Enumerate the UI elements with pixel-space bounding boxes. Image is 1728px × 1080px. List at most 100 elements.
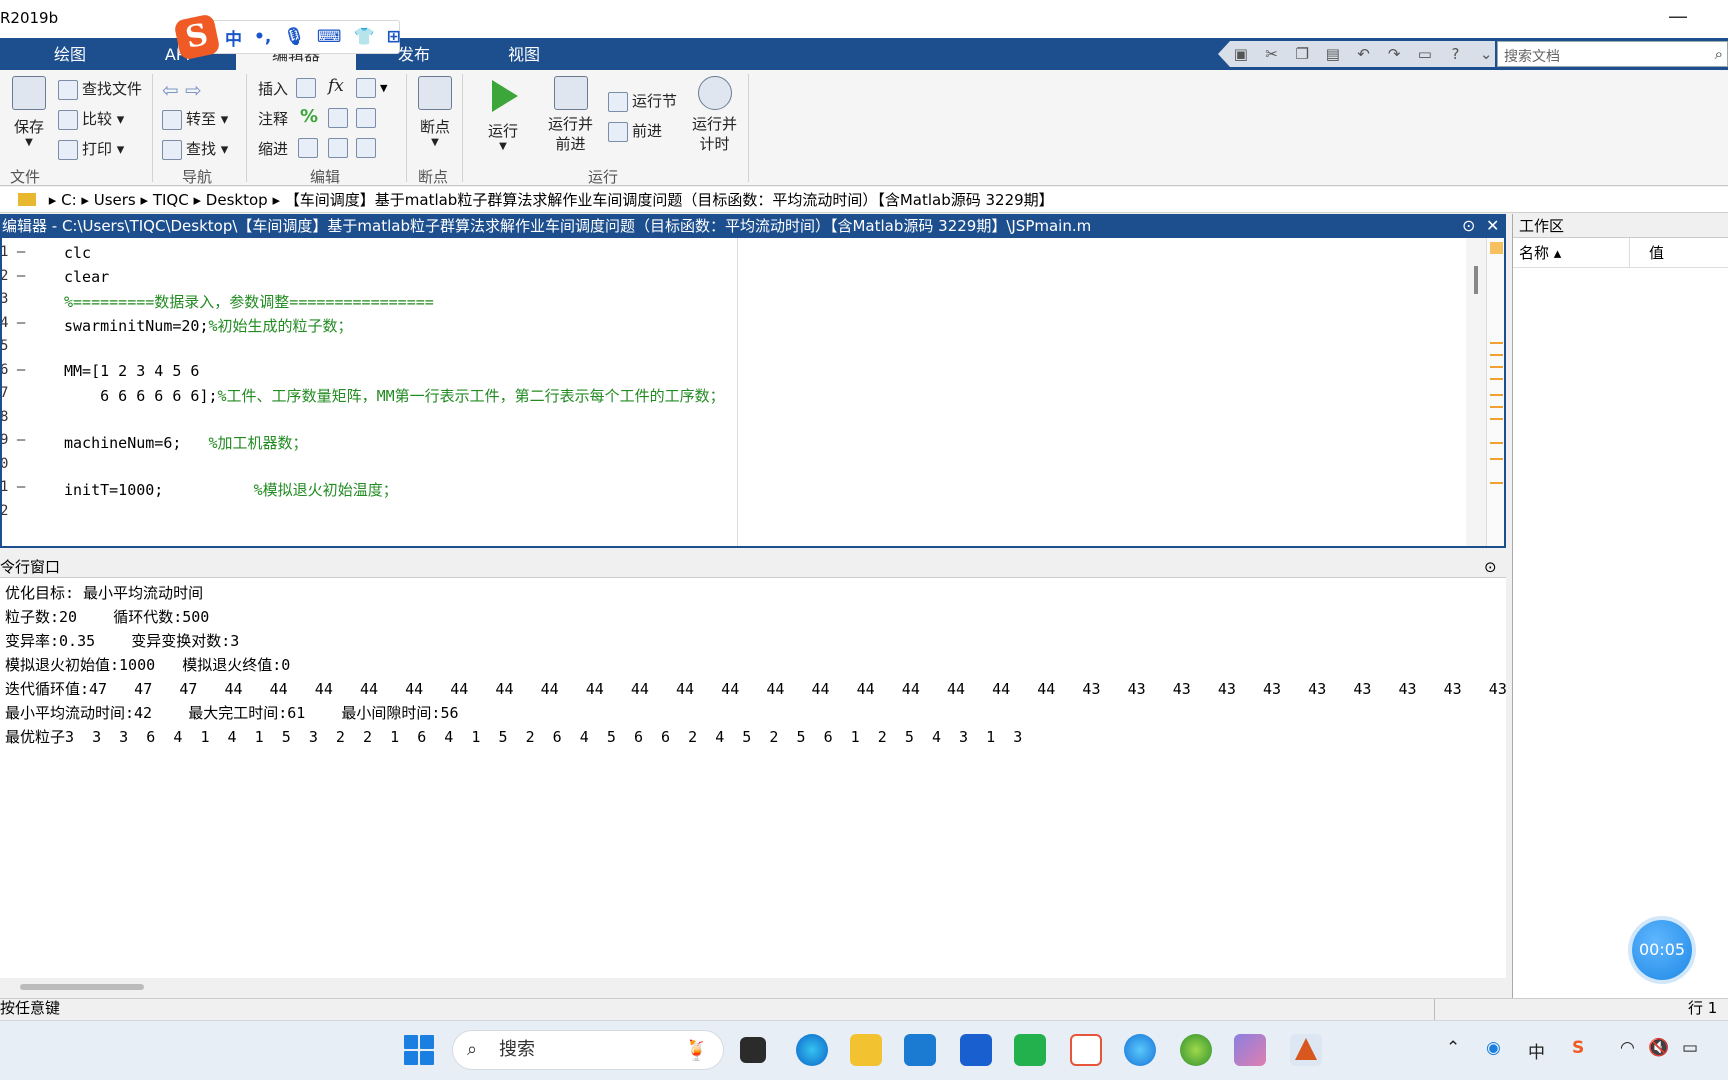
undo-icon[interactable]: ↶	[1355, 45, 1373, 63]
warning-marker[interactable]	[1490, 406, 1503, 408]
breadcrumb-item[interactable]: TIQC	[153, 191, 189, 209]
taskbar-search[interactable]: ⌕ 搜索 🍹	[452, 1030, 724, 1070]
code-line[interactable]: initT=1000; %模拟退火初始温度；	[64, 479, 398, 500]
ime-tools-icon[interactable]: ⊞	[387, 27, 401, 47]
tray-sogou-icon[interactable]: S	[1572, 1038, 1584, 1058]
run-and-time-button[interactable]: 运行并 计时	[692, 76, 737, 154]
code-editor[interactable]: 1 — clc 2 — clear 3 %=========数据录入，参数调整=====…	[0, 238, 1506, 548]
warning-marker[interactable]	[1490, 442, 1503, 444]
print-button[interactable]: 打印 ▾	[58, 138, 124, 160]
editor-scrollbar[interactable]	[1466, 238, 1486, 546]
ie-browser-icon[interactable]	[1124, 1034, 1156, 1066]
warning-marker[interactable]	[1490, 394, 1503, 396]
run-section-button[interactable]: 运行节	[608, 90, 677, 112]
warning-marker[interactable]	[1490, 342, 1503, 344]
comment-button[interactable]: 注释	[258, 108, 288, 129]
comment-percent-button[interactable]: %	[300, 106, 318, 127]
warning-marker[interactable]	[1490, 366, 1503, 368]
breadcrumb-item[interactable]: 【车间调度】基于matlab粒子群算法求解作业车间调度问题（目标函数：平均流动时…	[285, 191, 1054, 209]
minimize-button[interactable]: —	[1668, 4, 1688, 28]
mail-icon[interactable]	[904, 1034, 936, 1066]
code-line[interactable]: MM=[1 2 3 4 5 6	[64, 362, 199, 380]
search-input[interactable]: 搜索文档 ⌕	[1497, 41, 1728, 67]
command-window-menu-icon[interactable]: ⊙	[1484, 556, 1497, 578]
breadcrumb-item[interactable]: C:	[61, 191, 77, 209]
wechat-icon[interactable]	[1014, 1034, 1046, 1066]
warning-marker[interactable]	[1490, 482, 1503, 484]
smart-indent-icon[interactable]	[298, 138, 322, 158]
browser-green-icon[interactable]	[1180, 1034, 1212, 1066]
ime-mic-icon[interactable]: 🎙	[283, 27, 305, 47]
paste-icon[interactable]: ▤	[1324, 45, 1342, 63]
tray-app-icon[interactable]: ◉	[1486, 1038, 1501, 1058]
command-window-scrollbar[interactable]	[20, 984, 144, 990]
warning-marker[interactable]	[1490, 354, 1503, 356]
tab-plots[interactable]: 绘图	[20, 38, 120, 70]
warning-indicator-icon[interactable]	[1490, 242, 1503, 254]
run-button[interactable]: 运行 ▼	[488, 80, 518, 152]
ime-skin-icon[interactable]: 👕	[353, 27, 374, 47]
volume-muted-icon[interactable]: 🔇	[1648, 1038, 1669, 1058]
save-button[interactable]: 保存 ▼	[12, 76, 46, 148]
column-header-value[interactable]: 值	[1649, 238, 1664, 268]
breadcrumb-item[interactable]: Users	[94, 191, 136, 209]
ime-keyboard-icon[interactable]: ⌨	[317, 27, 342, 47]
close-icon[interactable]: ✕	[1486, 214, 1499, 238]
find-files-button[interactable]: 查找文件	[58, 78, 142, 100]
fx-button[interactable]: fx	[328, 76, 344, 96]
code-line[interactable]: swarminitNum=20;%初始生成的粒子数；	[64, 315, 353, 336]
uncomment-icon[interactable]	[328, 108, 352, 128]
warning-marker[interactable]	[1490, 378, 1503, 380]
windows-start-icon[interactable]	[404, 1035, 434, 1065]
recording-timer[interactable]: 00:05	[1632, 920, 1692, 980]
warning-marker[interactable]	[1490, 418, 1503, 420]
code-line[interactable]: machineNum=6; %加工机器数；	[64, 432, 308, 453]
task-view-icon[interactable]	[740, 1037, 766, 1063]
copy-icon[interactable]: ❐	[1293, 45, 1311, 63]
scrollbar-thumb[interactable]	[1474, 266, 1478, 294]
sogou-logo-icon[interactable]: S	[173, 13, 221, 61]
breadcrumb-item[interactable]: Desktop	[206, 191, 268, 209]
ime-punct-icon[interactable]: •,	[254, 27, 271, 47]
tray-chevron-icon[interactable]: ⌃	[1446, 1038, 1460, 1058]
wifi-icon[interactable]: ◠	[1620, 1038, 1635, 1058]
edge-browser-icon[interactable]	[796, 1034, 828, 1066]
code-line[interactable]: %=========数据录入，参数调整================	[64, 291, 434, 312]
switch-windows-icon[interactable]: ▭	[1416, 45, 1434, 63]
help-icon[interactable]: ?	[1447, 45, 1465, 63]
warning-marker[interactable]	[1490, 458, 1503, 460]
ime-mode-icon[interactable]: 中	[225, 25, 242, 50]
security-app-icon[interactable]	[960, 1034, 992, 1066]
address-bar[interactable]: ▸ C: ▸ Users ▸ TIQC ▸ Desktop ▸ 【车间调度】基于…	[0, 187, 1728, 213]
editor-menu-icon[interactable]: ⊙	[1462, 214, 1475, 238]
battery-icon[interactable]: ▭	[1682, 1038, 1698, 1058]
tray-ime-indicator[interactable]: 中	[1528, 1038, 1545, 1063]
find-button[interactable]: 查找 ▾	[162, 138, 228, 160]
insert-section-icon[interactable]	[296, 78, 320, 98]
breakpoints-button[interactable]: 断点 ▼	[418, 76, 452, 148]
back-forward-arrows-icon[interactable]: ⇦ ⇨	[162, 78, 202, 102]
increase-indent-icon[interactable]	[356, 138, 380, 158]
tab-view[interactable]: 视图	[474, 38, 574, 70]
code-line[interactable]: clc	[64, 244, 91, 262]
decrease-indent-icon[interactable]	[328, 138, 352, 158]
chevron-down-icon[interactable]: ⌄	[1477, 45, 1495, 63]
matlab-icon[interactable]	[1290, 1034, 1322, 1066]
cut-icon[interactable]: ✂	[1263, 45, 1281, 63]
snipping-tool-icon[interactable]	[1070, 1034, 1102, 1066]
insert-function-icon[interactable]: ▾	[356, 78, 388, 98]
indent-button[interactable]: 缩进	[258, 138, 288, 159]
file-explorer-icon[interactable]	[850, 1034, 882, 1066]
advance-button[interactable]: 前进	[608, 120, 662, 142]
run-and-advance-button[interactable]: 运行并 前进	[548, 76, 593, 154]
goto-button[interactable]: 转至 ▾	[162, 108, 228, 130]
code-line[interactable]: 6 6 6 6 6 6];%工件、工序数量矩阵，MM第一行表示工件，第二行表示每…	[64, 385, 725, 406]
column-header-name[interactable]: 名称 ▴	[1519, 238, 1561, 268]
code-analyzer-bar[interactable]	[1486, 238, 1504, 546]
compare-button[interactable]: 比较 ▾	[58, 108, 124, 130]
save-icon[interactable]: ▣	[1232, 45, 1250, 63]
code-line[interactable]: clear	[64, 268, 109, 286]
search-icon[interactable]: ⌕	[1715, 45, 1723, 63]
photos-app-icon[interactable]	[1234, 1034, 1266, 1066]
insert-button[interactable]: 插入	[258, 78, 288, 99]
